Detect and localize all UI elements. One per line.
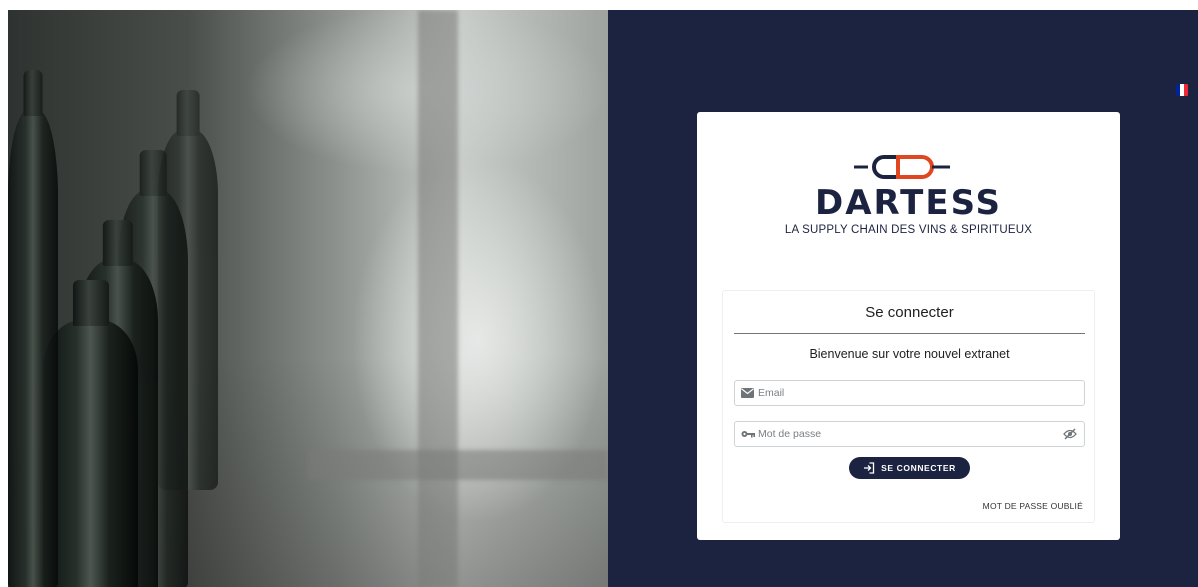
login-button-label: SE CONNECTER [881, 463, 956, 473]
envelope-icon [741, 387, 755, 399]
photo-bottle [8, 110, 58, 587]
password-field[interactable] [734, 421, 1085, 447]
login-arrow-icon [863, 462, 875, 474]
hero-photo [8, 10, 608, 587]
chain-link-icon [853, 155, 950, 179]
key-icon [741, 428, 755, 440]
photo-beam [308, 450, 608, 480]
password-input[interactable] [758, 428, 1062, 440]
flag-fr-icon[interactable] [1176, 84, 1188, 96]
login-card: DARTESS LA SUPPLY CHAIN DES VINS & SPIRI… [697, 112, 1120, 540]
welcome-message: Bienvenue sur votre nouvel extranet [809, 347, 1010, 361]
title-divider [734, 333, 1085, 334]
brand-logo: DARTESS LA SUPPLY CHAIN DES VINS & SPIRI… [697, 154, 1120, 236]
flag-stripe-red [1184, 84, 1188, 96]
login-title: Se connecter [865, 304, 954, 321]
email-input[interactable] [758, 387, 1078, 399]
login-form: Se connecter Bienvenue sur votre nouvel … [722, 290, 1095, 523]
login-button[interactable]: SE CONNECTER [849, 457, 970, 479]
eye-slash-icon[interactable] [1062, 427, 1078, 441]
brand-name: DARTESS [814, 183, 1003, 223]
forgot-password-link[interactable]: MOT DE PASSE OUBLIÉ [983, 501, 1083, 511]
photo-beam [418, 10, 458, 587]
email-field[interactable] [734, 380, 1085, 406]
brand-tagline: LA SUPPLY CHAIN DES VINS & SPIRITUEUX [784, 224, 1033, 236]
